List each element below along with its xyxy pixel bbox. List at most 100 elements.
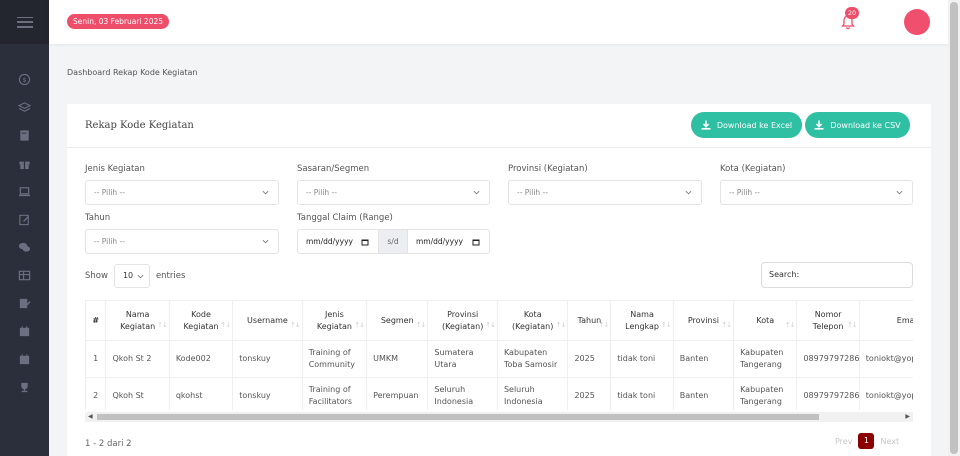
prev-button[interactable]: Prev bbox=[835, 437, 852, 446]
provinsi-kegiatan-label: Provinsi (Kegiatan) bbox=[508, 164, 588, 174]
sidebar-item-gift[interactable] bbox=[0, 149, 49, 177]
sort-icon: ↑↓ bbox=[289, 321, 301, 329]
col-header-number[interactable]: # bbox=[85, 300, 107, 341]
data-table-container: # Nama Kegiatan ↑↓ Kode Kegiatan ↑↓ Userna… bbox=[85, 300, 913, 410]
sidebar-item-laptop[interactable] bbox=[0, 177, 49, 205]
calendar-icon[interactable] bbox=[472, 238, 480, 246]
table-info: 1 - 2 dari 2 bbox=[85, 439, 132, 449]
trophy-icon bbox=[21, 382, 28, 392]
menu-icon[interactable] bbox=[16, 16, 33, 28]
provinsi-kegiatan-select[interactable]: -- Pilih -- bbox=[508, 180, 702, 205]
jenis-kegiatan-label: Jenis Kegiatan bbox=[85, 164, 145, 174]
table-cell: Banten bbox=[672, 377, 735, 410]
scrollbar-thumb[interactable] bbox=[950, 2, 958, 454]
table-cell: Qkoh St bbox=[105, 377, 170, 410]
table-cell: qkohst bbox=[168, 377, 234, 410]
col-header-kode-kegiatan[interactable]: Kode Kegiatan ↑↓ bbox=[168, 300, 234, 341]
table-cell: Banten bbox=[672, 340, 735, 378]
table-cell: Kabupaten Tangerang bbox=[733, 377, 798, 410]
col-header-segmen[interactable]: Segmen ↑↓ bbox=[366, 300, 429, 341]
sidebar-item-trophy[interactable] bbox=[0, 373, 49, 401]
date-to-input[interactable]: mm/dd/yyyy bbox=[408, 230, 489, 253]
jenis-kegiatan-select[interactable]: -- Pilih -- bbox=[85, 180, 279, 205]
scrollbar-thumb[interactable] bbox=[97, 414, 819, 420]
col-header-jenis-kegiatan[interactable]: Jenis Kegiatan ↑↓ bbox=[301, 300, 368, 341]
tanggal-claim-label: Tanggal Claim (Range) bbox=[297, 213, 393, 223]
table-cell: 08979797286 bbox=[796, 377, 860, 410]
col-header-nomor-telepon[interactable]: Nomor Telepon ↑↓ bbox=[796, 300, 860, 341]
page-1-button[interactable]: 1 bbox=[858, 433, 875, 449]
table-cell: Qkoh St 2 bbox=[105, 340, 170, 378]
sidebar-item-checklist[interactable] bbox=[0, 289, 49, 317]
calendar-icon bbox=[19, 353, 30, 364]
tahun-select[interactable]: -- Pilih -- bbox=[85, 229, 279, 254]
table-row: 2 Qkoh St qkohst tonskuy Training of Fac… bbox=[85, 377, 913, 410]
table-cell: 08979797286 bbox=[796, 340, 860, 378]
tanggal-claim-range: mm/dd/yyyy s/d mm/dd/yyyy bbox=[297, 229, 490, 254]
kota-kegiatan-label: Kota (Kegiatan) bbox=[720, 164, 786, 174]
download-excel-button[interactable]: Download ke Excel bbox=[691, 112, 802, 138]
col-header-kota[interactable]: Kota ↑↓ bbox=[733, 300, 798, 341]
sasaran-segmen-select[interactable]: -- Pilih -- bbox=[297, 180, 490, 205]
chevron-down-icon bbox=[685, 190, 692, 195]
scroll-right-arrow-icon[interactable]: ▶ bbox=[905, 413, 910, 420]
calendar-icon bbox=[19, 325, 30, 336]
gift-icon bbox=[19, 161, 30, 169]
table-cell: 2025 bbox=[567, 340, 612, 378]
chevron-down-icon bbox=[137, 274, 144, 279]
chevron-down-icon bbox=[896, 190, 903, 195]
calendar-icon[interactable] bbox=[361, 238, 369, 246]
entries-select[interactable]: 10 bbox=[113, 264, 150, 288]
avatar[interactable] bbox=[904, 9, 930, 35]
col-header-kota-kegiatan[interactable]: Kota (Kegiatan) ↑↓ bbox=[496, 300, 569, 341]
table-cell: Kabupaten Toba Samosir bbox=[496, 340, 569, 378]
table-cell: tonskuy bbox=[232, 340, 303, 378]
col-header-nama-lengkap[interactable]: Nama Lengkap ↑↓ bbox=[610, 300, 674, 341]
sidebar-item-calendar-2[interactable] bbox=[0, 345, 49, 373]
checklist-icon bbox=[19, 298, 31, 308]
table-cell: 1 bbox=[85, 340, 107, 378]
date-from-input[interactable]: mm/dd/yyyy bbox=[298, 230, 378, 253]
kota-kegiatan-value: -- Pilih -- bbox=[729, 188, 760, 197]
table-cell: Seluruh Indonesia bbox=[496, 377, 569, 410]
search-input[interactable]: Search: bbox=[761, 262, 913, 288]
sort-icon: ↑↓ bbox=[354, 321, 365, 329]
sidebar-item-book[interactable] bbox=[0, 121, 49, 149]
table-cell: Kode002 bbox=[168, 340, 234, 378]
col-header-tahun[interactable]: Tahun ↑↓ bbox=[567, 300, 612, 341]
page-scrollbar[interactable] bbox=[948, 0, 960, 456]
sort-icon: ↑↓ bbox=[220, 321, 231, 329]
col-header-username[interactable]: Username ↑↓ bbox=[232, 300, 303, 341]
sidebar-item-chat[interactable] bbox=[0, 233, 49, 261]
sidebar-item-calendar[interactable] bbox=[0, 317, 49, 345]
scroll-left-arrow-icon[interactable]: ◀ bbox=[88, 413, 93, 420]
pagination: Prev 1 Next bbox=[835, 433, 899, 449]
sort-icon: ↑↓ bbox=[847, 321, 858, 329]
table-cell: 2025 bbox=[567, 377, 612, 410]
sidebar-item-layers[interactable] bbox=[0, 93, 49, 121]
sort-icon: ↑↓ bbox=[598, 321, 610, 329]
download-csv-label: Download ke CSV bbox=[830, 120, 901, 130]
col-header-email[interactable]: Email↑↓ bbox=[858, 300, 913, 341]
sort-icon: ↑↓ bbox=[415, 321, 427, 329]
chat-icon bbox=[18, 242, 31, 252]
col-header-provinsi[interactable]: Provinsi ↑↓ bbox=[672, 300, 735, 341]
col-header-nama-kegiatan[interactable]: Nama Kegiatan ↑↓ bbox=[105, 300, 170, 341]
sidebar-item-table[interactable] bbox=[0, 261, 49, 289]
sort-icon: ↑↓ bbox=[157, 321, 168, 329]
table-horizontal-scrollbar[interactable]: ◀ ▶ bbox=[85, 412, 913, 422]
sidebar-nav: $ bbox=[0, 65, 49, 401]
sasaran-segmen-value: -- Pilih -- bbox=[306, 188, 337, 197]
date-range-separator: s/d bbox=[378, 230, 408, 253]
chevron-down-icon bbox=[262, 239, 269, 244]
sidebar-item-dashboard[interactable]: $ bbox=[0, 65, 49, 93]
next-button[interactable]: Next bbox=[880, 437, 899, 446]
kota-kegiatan-select[interactable]: -- Pilih -- bbox=[720, 180, 913, 205]
sidebar-item-edit[interactable] bbox=[0, 205, 49, 233]
sort-icon: ↑↓ bbox=[721, 321, 732, 329]
table-cell: tidak toni bbox=[610, 377, 674, 410]
col-header-provinsi-kegiatan[interactable]: Provinsi (Kegiatan) ↑↓ bbox=[427, 300, 498, 341]
table-cell: Kabupaten Tangerang bbox=[733, 340, 798, 378]
download-csv-button[interactable]: Download ke CSV bbox=[805, 112, 910, 138]
sidebar-toggle[interactable] bbox=[0, 0, 49, 44]
